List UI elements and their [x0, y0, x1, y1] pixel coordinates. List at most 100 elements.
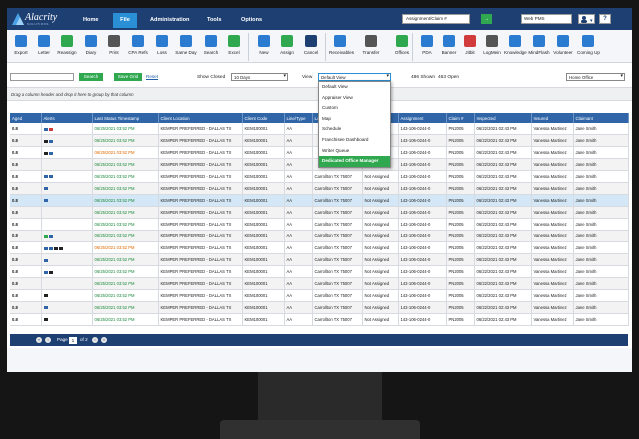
alert-icon[interactable]	[48, 246, 53, 250]
alert-icon[interactable]	[53, 246, 58, 250]
prev-page-icon[interactable]: ‹	[45, 337, 51, 343]
table-row[interactable]: 0.8 06/25/2021 03:52 PM KEMPER PREFERRED -…	[10, 313, 629, 326]
toolbar-diary-button[interactable]: Diary	[80, 32, 102, 62]
nav-tab-file[interactable]: File	[113, 13, 137, 28]
view-option-default-view[interactable]: Default View	[319, 82, 390, 93]
table-row[interactable]: 0.8 06/25/2021 03:52 PM KEMPER PREFERRED -…	[10, 253, 629, 267]
pms-select[interactable]: Web PMS	[521, 14, 572, 24]
column-header-alerts[interactable]: Alerts	[41, 113, 93, 123]
alert-icon[interactable]	[58, 246, 63, 250]
table-row[interactable]: 0.8 06/25/2021 03:52 PM KEMPER PREFERRED -…	[10, 265, 629, 279]
view-option-franchisee-dashboard[interactable]: Franchisee Dashboard	[319, 135, 390, 146]
grid-search-input[interactable]	[10, 73, 74, 81]
help-button[interactable]: ?	[599, 14, 611, 24]
toolbar-logmein-button[interactable]: LogMein	[481, 32, 503, 62]
search-button[interactable]: Search	[79, 73, 103, 81]
first-page-icon[interactable]: «	[36, 337, 42, 343]
show-closed-select[interactable]: 10 Days	[231, 73, 288, 81]
view-option-schedule[interactable]: Schedule	[319, 124, 390, 135]
nav-tab-administration[interactable]: Administration	[146, 14, 193, 28]
table-row[interactable]: 0.8 06/25/2021 03:52 PM KEMPER PREFERRED -…	[10, 241, 629, 255]
claim-search-input[interactable]: Assignment/Claim #	[402, 14, 470, 24]
column-header-claim-[interactable]: Claim #	[446, 113, 475, 123]
alert-icon[interactable]	[43, 294, 48, 298]
toolbar-export-button[interactable]: Export	[10, 32, 32, 62]
claim-go-button[interactable]: →	[481, 14, 492, 24]
column-header-insured[interactable]: Insured	[531, 113, 574, 123]
office-select[interactable]: Home Office	[566, 73, 625, 81]
view-option-map[interactable]: Map	[319, 114, 390, 125]
alert-icon[interactable]	[43, 318, 48, 322]
toolbar-letter-button[interactable]: Letter	[33, 32, 55, 62]
table-row[interactable]: 0.8 06/25/2021 03:52 PM KEMPER PREFERRED -…	[10, 289, 629, 302]
alert-icon[interactable]	[48, 127, 53, 131]
column-header-aged[interactable]: Aged	[10, 113, 42, 123]
toolbar-pda-button[interactable]: PDA	[416, 32, 438, 62]
view-option-dedicated-office-manager[interactable]: Dedicated Office Manager	[319, 156, 390, 167]
table-row[interactable]: 0.8 06/25/2021 03:52 PM KEMPER PREFERRED -…	[10, 277, 629, 290]
alert-icon[interactable]	[43, 246, 48, 250]
toolbar-excel-button[interactable]: Excel	[223, 32, 245, 62]
toolbar-volunteer-button[interactable]: Volunteer	[552, 32, 574, 62]
toolbar-offices-button[interactable]: Offices	[391, 32, 413, 62]
toolbar-mindflash-button[interactable]: MindFlash	[528, 32, 550, 62]
page-number-input[interactable]: 1	[69, 336, 77, 344]
view-select[interactable]: Default View	[318, 73, 391, 81]
toolbar-loss-button[interactable]: Loss	[151, 32, 173, 62]
alert-icon[interactable]	[48, 270, 53, 274]
alert-icon[interactable]	[48, 151, 53, 155]
table-row[interactable]: 0.8 06/25/2021 03:52 PM KEMPER PREFERRED -…	[10, 230, 629, 243]
nav-tab-home[interactable]: Home	[79, 14, 103, 28]
table-row[interactable]: 0.8 06/25/2021 03:52 PM KEMPER PREFERRED -…	[10, 301, 629, 314]
alert-icon[interactable]	[43, 258, 48, 262]
toolbar-new-button[interactable]: New	[253, 32, 275, 62]
nav-tab-options[interactable]: Options	[237, 14, 266, 28]
alert-icon[interactable]	[48, 234, 53, 238]
column-header-line-type[interactable]: Line/Type	[284, 113, 313, 123]
view-option-appraiser-view[interactable]: Appraiser View	[319, 93, 390, 104]
alert-icon[interactable]	[43, 139, 48, 143]
alert-icon[interactable]	[43, 151, 48, 155]
toolbar-assign-button[interactable]: Assign	[276, 32, 298, 62]
column-header-client-location[interactable]: Client Location	[158, 113, 243, 123]
alert-icon[interactable]	[48, 175, 53, 179]
save-grid-button[interactable]: Save Grid	[114, 73, 142, 81]
alert-icon[interactable]	[43, 306, 48, 310]
alert-icon[interactable]	[43, 175, 48, 179]
column-header-claimant[interactable]: Claimant	[573, 113, 629, 123]
table-row[interactable]: 0.8 06/25/2021 03:52 PM KEMPER PREFERRED -…	[10, 182, 629, 195]
alert-icon[interactable]	[43, 270, 48, 274]
toolbar-knowledge-button[interactable]: Knowledge	[504, 32, 527, 62]
reset-link[interactable]: Reset	[146, 74, 158, 79]
toolbar-receivables-button[interactable]: Receivables	[329, 32, 354, 62]
toolbar-cancel-button[interactable]: Cancel	[300, 32, 322, 62]
next-page-icon[interactable]: ›	[92, 337, 98, 343]
toolbar-reassign-button[interactable]: Reassign	[56, 32, 78, 62]
alert-icon[interactable]	[43, 187, 48, 191]
user-menu[interactable]: ▾	[578, 14, 595, 24]
table-row[interactable]: 0.8 06/25/2021 03:52 PM KEMPER PREFERRED -…	[10, 218, 629, 231]
toolbar-cpa-refs-button[interactable]: CPA Refs	[127, 32, 149, 62]
table-row[interactable]: 0.8 06/25/2021 03:52 PM KEMPER PREFERRED -…	[10, 206, 629, 219]
toolbar-banner-button[interactable]: Banner	[438, 32, 460, 62]
view-option-writer-queue[interactable]: Writer Queue	[319, 146, 390, 157]
alert-icon[interactable]	[43, 127, 48, 131]
alert-icon[interactable]	[43, 199, 48, 203]
table-row[interactable]: 0.8 06/25/2021 03:52 PM KEMPER PREFERRED -…	[10, 194, 629, 207]
column-header-last-status-timestamp[interactable]: Last Status Timestamp	[92, 113, 159, 123]
column-header-inspected[interactable]: Inspected	[474, 113, 532, 123]
toolbar-coming-up-button[interactable]: Coming Up	[577, 32, 600, 62]
toolbar-transfer-button[interactable]: Transfer	[360, 32, 382, 62]
table-row[interactable]: 0.8 06/25/2021 03:52 PM KEMPER PREFERRED -…	[10, 170, 629, 183]
column-header-client-code[interactable]: Client Code	[242, 113, 285, 123]
toolbar-print-button[interactable]: Print	[103, 32, 125, 62]
nav-tab-tools[interactable]: Tools	[203, 14, 226, 28]
last-page-icon[interactable]: »	[101, 337, 107, 343]
alert-icon[interactable]	[43, 234, 48, 238]
toolbar-search-button[interactable]: Search	[200, 32, 222, 62]
alert-icon[interactable]	[48, 139, 53, 143]
view-option-custom[interactable]: Custom	[319, 103, 390, 114]
column-header-assignment[interactable]: Assignment	[398, 113, 447, 123]
toolbar-same-day-button[interactable]: Same Day	[175, 32, 197, 62]
toolbar-jitbit-button[interactable]: Jitbit	[459, 32, 481, 62]
